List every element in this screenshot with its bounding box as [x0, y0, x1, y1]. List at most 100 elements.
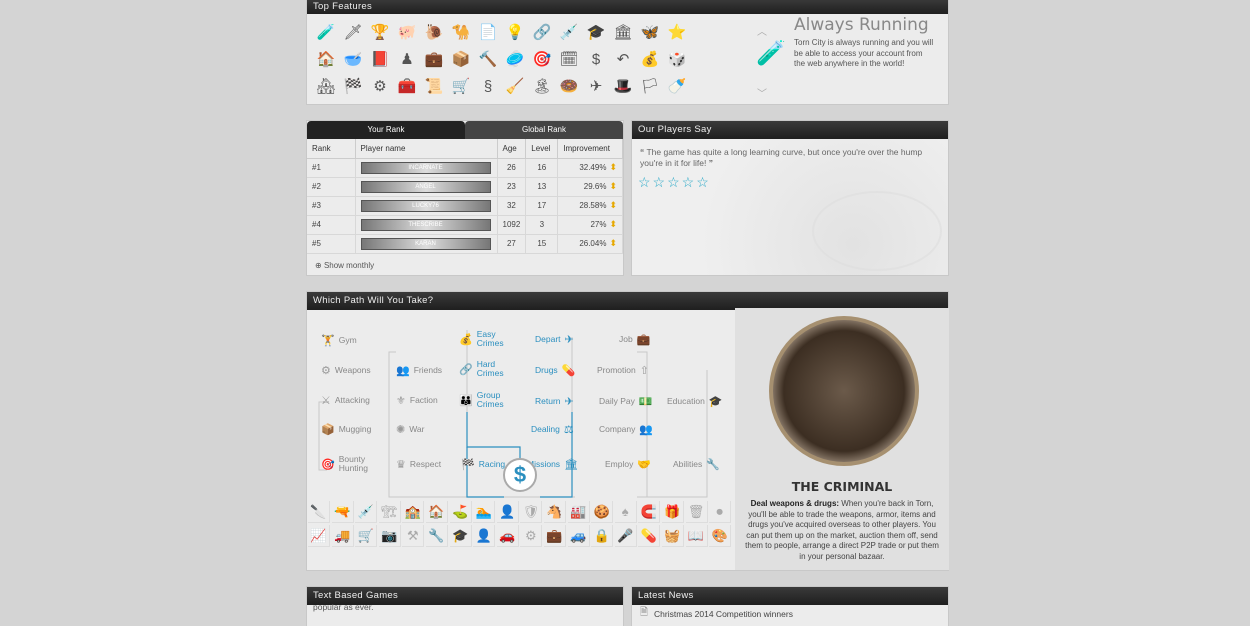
path-group-crimes[interactable]: 👪 Group Crimes	[459, 391, 504, 409]
path-bottom-icon-8[interactable]: 👤	[496, 501, 519, 523]
path-bottom-icon-21[interactable]: 📷	[378, 525, 401, 547]
feature-icon-21[interactable]: 🥏	[504, 48, 526, 70]
path-bottom-icon-4[interactable]: 🏫	[402, 501, 425, 523]
feature-icon-0[interactable]: 🧪	[315, 21, 337, 43]
path-bottom-icon-32[interactable]: 💊	[638, 525, 661, 547]
path-employ[interactable]: Employ 🤝	[605, 458, 651, 471]
path-bottom-icon-5[interactable]: 🏠	[425, 501, 448, 523]
path-promotion[interactable]: Promotion ⇧	[597, 364, 649, 377]
feature-icon-23[interactable]: 🗓	[558, 48, 580, 70]
feature-down-arrow[interactable]: ﹀	[747, 85, 777, 100]
path-drugs[interactable]: Drugs 💊	[535, 364, 575, 377]
path-bottom-icon-30[interactable]: 🔒	[591, 525, 614, 547]
feature-icon-18[interactable]: 💼	[423, 48, 445, 70]
feature-icon-3[interactable]: 🐖	[396, 21, 418, 43]
path-bounty-hunting[interactable]: 🎯 Bounty Hunting	[321, 455, 368, 473]
rank-row[interactable]: #5 KARAN 27 15 26.04% ⬍	[307, 234, 623, 254]
tab-global-rank[interactable]: Global Rank	[465, 121, 623, 139]
feature-icon-38[interactable]: ✈	[585, 75, 607, 97]
path-job[interactable]: Job 💼	[619, 333, 650, 346]
path-bottom-icon-23[interactable]: 🔧	[425, 525, 448, 547]
feature-icon-25[interactable]: ↶	[612, 48, 634, 70]
path-bottom-icon-24[interactable]: 🎓	[449, 525, 472, 547]
path-bottom-icon-19[interactable]: 🚚	[331, 525, 354, 547]
path-bottom-icon-16[interactable]: 🗑	[685, 501, 708, 523]
player-banner[interactable]: LUCKY76	[360, 199, 491, 212]
player-banner[interactable]: KARAN	[360, 237, 491, 250]
path-weapons[interactable]: ⚙ Weapons	[321, 364, 371, 377]
feature-icon-20[interactable]: 🔨	[477, 48, 499, 70]
path-bottom-icon-28[interactable]: 💼	[543, 525, 566, 547]
news-item[interactable]: 🗎 Christmas 2014 Competition winners	[640, 605, 793, 622]
path-bottom-icon-15[interactable]: 🎁	[661, 501, 684, 523]
path-bottom-icon-20[interactable]: 🛒	[355, 525, 378, 547]
path-bottom-icon-14[interactable]: 🧲	[638, 501, 661, 523]
feature-icon-6[interactable]: 📄	[477, 21, 499, 43]
feature-icon-33[interactable]: 🛒	[450, 75, 472, 97]
show-monthly-link[interactable]: ⊕ Show monthly	[315, 261, 374, 270]
path-dealing[interactable]: Dealing ⚖	[531, 423, 574, 436]
path-bottom-icon-7[interactable]: 🏊	[473, 501, 496, 523]
path-bottom-icon-10[interactable]: 🐴	[543, 501, 566, 523]
rank-row[interactable]: #2 ANGEL 23 13 29.6% ⬍	[307, 177, 623, 197]
rank-row[interactable]: #4 THESCRIBE 1092 3 27% ⬍	[307, 215, 623, 235]
path-bottom-icon-35[interactable]: 🎨	[709, 525, 732, 547]
feature-icon-5[interactable]: 🐪	[450, 21, 472, 43]
tab-your-rank[interactable]: Your Rank	[307, 121, 465, 139]
path-education[interactable]: Education 🎓	[667, 395, 723, 408]
path-depart[interactable]: Depart ✈	[535, 333, 574, 346]
path-easy-crimes[interactable]: 💰 Easy Crimes	[459, 330, 504, 348]
feature-icon-10[interactable]: 🎓	[585, 21, 607, 43]
path-bottom-icon-18[interactable]: 📈	[308, 525, 330, 547]
feature-icon-31[interactable]: 🧰	[396, 75, 418, 97]
path-bottom-icon-29[interactable]: 🚙	[567, 525, 590, 547]
path-friends[interactable]: 👥 Friends	[396, 364, 442, 377]
path-respect[interactable]: ♛ Respect	[396, 458, 441, 471]
feature-up-arrow[interactable]: ︿	[747, 23, 777, 38]
path-company[interactable]: Company 👥	[599, 423, 653, 436]
path-bottom-icon-0[interactable]: 🔪	[308, 501, 330, 523]
path-bottom-icon-11[interactable]: 🏭	[567, 501, 590, 523]
feature-icon-30[interactable]: ⚙	[369, 75, 391, 97]
feature-icon-4[interactable]: 🐌	[423, 21, 445, 43]
path-bottom-icon-25[interactable]: 👤	[473, 525, 496, 547]
feature-icon-19[interactable]: 📦	[450, 48, 472, 70]
feature-icon-35[interactable]: 🧹	[504, 75, 526, 97]
feature-icon-39[interactable]: 🎩	[612, 75, 634, 97]
player-banner[interactable]: INCARNATE	[360, 161, 491, 174]
path-bottom-icon-1[interactable]: 🔫	[331, 501, 354, 523]
path-mugging[interactable]: 📦 Mugging	[321, 423, 371, 436]
path-gym[interactable]: 🏋 Gym	[321, 334, 357, 347]
path-war[interactable]: ✺ War	[396, 423, 424, 436]
feature-icon-34[interactable]: §	[477, 75, 499, 97]
path-bottom-icon-27[interactable]: ⚙	[520, 525, 543, 547]
feature-icon-11[interactable]: 🏛	[612, 21, 634, 43]
feature-icon-16[interactable]: 📕	[369, 48, 391, 70]
path-abilities[interactable]: Abilities 🔧	[673, 458, 720, 471]
feature-icon-17[interactable]: ♟	[396, 48, 418, 70]
path-bottom-icon-12[interactable]: 🍪	[591, 501, 614, 523]
feature-icon-8[interactable]: 🔗	[531, 21, 553, 43]
feature-icon-36[interactable]: 🏝	[531, 75, 553, 97]
rank-row[interactable]: #1 INCARNATE 26 16 32.49% ⬍	[307, 158, 623, 178]
player-banner[interactable]: THESCRIBE	[360, 218, 491, 231]
feature-icon-26[interactable]: 💰	[639, 48, 661, 70]
path-racing[interactable]: 🏁 Racing	[461, 458, 505, 471]
path-bottom-icon-33[interactable]: 🧺	[661, 525, 684, 547]
feature-icon-22[interactable]: 🎯	[531, 48, 553, 70]
feature-icon-1[interactable]: 🗡	[342, 21, 364, 43]
path-bottom-icon-26[interactable]: 🚗	[496, 525, 519, 547]
path-hard-crimes[interactable]: 🔗 Hard Crimes	[459, 360, 504, 378]
feature-icon-14[interactable]: 🏠	[315, 48, 337, 70]
feature-icon-32[interactable]: 📜	[423, 75, 445, 97]
feature-icon-13[interactable]: ⭐	[666, 21, 688, 43]
path-bottom-icon-6[interactable]: ⛳	[449, 501, 472, 523]
feature-icon-9[interactable]: 💉	[558, 21, 580, 43]
feature-icon-12[interactable]: 🦋	[639, 21, 661, 43]
path-bottom-icon-34[interactable]: 📖	[685, 525, 708, 547]
feature-icon-41[interactable]: 🍼	[666, 75, 688, 97]
feature-icon-29[interactable]: 🏁	[342, 75, 364, 97]
feature-icon-37[interactable]: 🍩	[558, 75, 580, 97]
path-bottom-icon-9[interactable]: 🛡	[520, 501, 543, 523]
feature-icon-15[interactable]: 🥣	[342, 48, 364, 70]
